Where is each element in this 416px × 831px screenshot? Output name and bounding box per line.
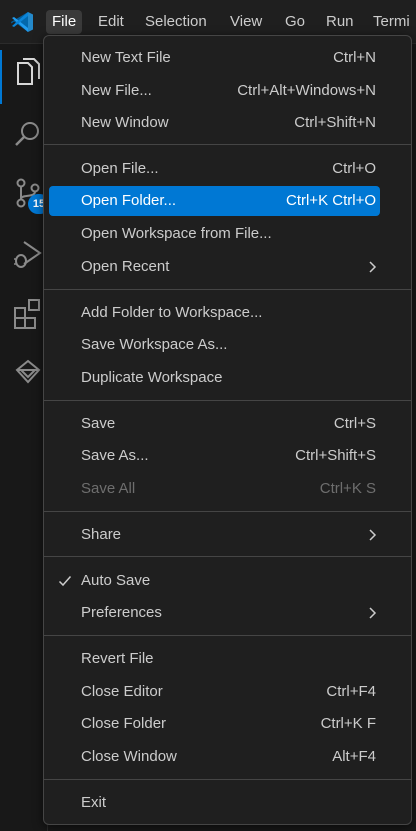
menu-item-label: Revert File <box>81 650 154 667</box>
menu-item-label: Save <box>81 415 116 432</box>
menu-item-new-text-file[interactable]: New Text File Ctrl+N <box>49 43 380 73</box>
menu-item-label: Exit <box>81 794 107 811</box>
menu-item-add-folder-to-workspace[interactable]: Add Folder to Workspace... <box>49 298 380 328</box>
menu-separator <box>44 635 411 636</box>
menu-item-auto-save[interactable]: Auto Save <box>49 566 380 596</box>
menu-item-close-editor[interactable]: Close Editor Ctrl+F4 <box>49 677 380 707</box>
menu-item-duplicate-workspace[interactable]: Duplicate Workspace <box>49 363 380 393</box>
submenu-chevron-right-icon <box>369 607 377 619</box>
menu-separator <box>44 556 411 557</box>
menu-run[interactable]: Run <box>320 10 360 34</box>
menu-item-label: Close Editor <box>81 683 163 700</box>
menu-item-label: Share <box>81 526 122 543</box>
menu-item-label: Close Window <box>81 748 177 765</box>
menu-item-shortcut: Ctrl+N <box>333 49 376 66</box>
menu-item-save[interactable]: Save Ctrl+S <box>49 409 380 439</box>
menu-item-label: Auto Save <box>81 572 151 589</box>
submenu-chevron-right-icon <box>369 529 377 541</box>
menu-edit[interactable]: Edit <box>92 10 130 34</box>
menu-item-share[interactable]: Share <box>49 520 380 550</box>
menu-item-save-as[interactable]: Save As... Ctrl+Shift+S <box>49 441 380 471</box>
menu-view[interactable]: View <box>224 10 268 34</box>
menu-item-close-window[interactable]: Close Window Alt+F4 <box>49 742 380 772</box>
menu-separator <box>44 511 411 512</box>
menu-item-label: Close Folder <box>81 715 167 732</box>
menu-item-shortcut: Ctrl+S <box>333 415 376 432</box>
menu-item-preferences[interactable]: Preferences <box>49 598 380 628</box>
menu-item-save-all: Save All Ctrl+K S <box>49 474 380 504</box>
menu-separator <box>44 144 411 145</box>
menu-item-exit[interactable]: Exit <box>49 788 380 818</box>
menu-item-shortcut: Ctrl+O <box>332 160 376 177</box>
menu-item-open-file[interactable]: Open File... Ctrl+O <box>49 154 380 184</box>
menu-item-shortcut: Ctrl+K Ctrl+O <box>285 192 376 209</box>
menu-go[interactable]: Go <box>279 10 311 34</box>
menu-item-close-folder[interactable]: Close Folder Ctrl+K F <box>49 709 380 739</box>
menu-item-open-folder[interactable]: Open Folder... Ctrl+K Ctrl+O <box>49 186 380 216</box>
menu-item-label: Open Workspace from File... <box>81 225 272 242</box>
menu-item-shortcut: Ctrl+Shift+N <box>294 114 376 131</box>
menu-item-shortcut: Ctrl+Shift+S <box>295 447 376 464</box>
active-indicator <box>0 50 2 104</box>
menu-item-label: Open Recent <box>81 258 170 275</box>
menu-item-new-file[interactable]: New File... Ctrl+Alt+Windows+N <box>49 76 380 106</box>
menu-item-shortcut: Ctrl+F4 <box>326 683 376 700</box>
menu-item-shortcut: Ctrl+Alt+Windows+N <box>237 82 376 99</box>
menu-item-label: Open Folder... <box>81 192 177 209</box>
menu-item-shortcut: Ctrl+K S <box>319 480 376 497</box>
menu-item-label: Save As... <box>81 447 149 464</box>
menu-terminal[interactable]: Termi <box>367 10 416 34</box>
menu-item-new-window[interactable]: New Window Ctrl+Shift+N <box>49 108 380 138</box>
activity-bar: 15 <box>0 44 50 831</box>
menu-item-label: New Window <box>81 114 169 131</box>
menu-item-label: Save Workspace As... <box>81 336 228 353</box>
submenu-chevron-right-icon <box>369 261 377 273</box>
menu-item-label: Save All <box>81 480 136 497</box>
file-menu: New Text File Ctrl+N New File... Ctrl+Al… <box>43 35 412 825</box>
menu-separator <box>44 400 411 401</box>
menu-item-label: Duplicate Workspace <box>81 369 223 386</box>
menu-item-label: Preferences <box>81 604 162 621</box>
menu-item-label: Open File... <box>81 160 159 177</box>
menu-file[interactable]: File <box>46 10 83 34</box>
checkmark-icon <box>58 576 72 587</box>
vscode-logo-icon[interactable] <box>9 9 35 35</box>
menu-item-shortcut: Alt+F4 <box>332 748 376 765</box>
menu-separator <box>44 779 411 780</box>
menu-item-open-recent[interactable]: Open Recent <box>49 252 380 282</box>
menu-item-open-workspace-from-file[interactable]: Open Workspace from File... <box>49 219 380 249</box>
menu-separator <box>44 289 411 290</box>
menu-item-save-workspace-as[interactable]: Save Workspace As... <box>49 330 380 360</box>
menu-item-label: Add Folder to Workspace... <box>81 304 263 321</box>
menu-item-shortcut: Ctrl+K F <box>320 715 376 732</box>
menu-item-label: New File... <box>81 82 152 99</box>
menu-item-revert-file[interactable]: Revert File <box>49 644 380 674</box>
menu-selection[interactable]: Selection <box>139 10 213 34</box>
menu-item-label: New Text File <box>81 49 171 66</box>
